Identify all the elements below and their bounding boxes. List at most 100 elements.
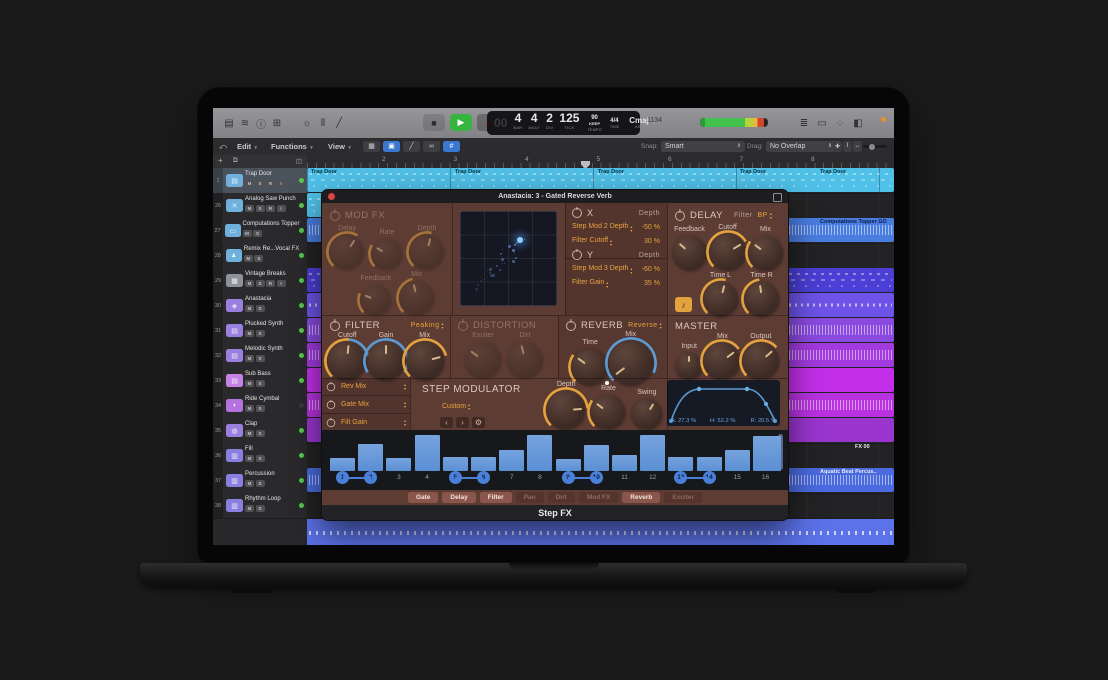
- time-r-knob[interactable]: [745, 282, 779, 316]
- mute-button[interactable]: M: [244, 255, 253, 262]
- depth-knob[interactable]: [410, 235, 444, 269]
- step-bar-16[interactable]: [753, 436, 781, 471]
- flex-icon[interactable]: ⫴: [315, 115, 331, 131]
- depth-knob[interactable]: [547, 391, 585, 429]
- swing-knob[interactable]: [632, 399, 662, 429]
- monitor-icon[interactable]: ◧: [850, 115, 866, 131]
- plugin-title-bar[interactable]: Anastacia: 3 - Gated Reverse Verb: [322, 190, 788, 203]
- add-track-button[interactable]: +: [218, 156, 223, 165]
- search-icon[interactable]: ◌: [832, 115, 848, 131]
- fx-button-reverb[interactable]: Reverb: [622, 492, 660, 503]
- output-knob[interactable]: [743, 343, 779, 379]
- x-power-icon[interactable]: [572, 208, 582, 218]
- delay-filter-dropdown[interactable]: BP▴▾: [758, 212, 773, 219]
- stop-button[interactable]: ■: [423, 114, 445, 131]
- fx-button-exciter[interactable]: Exciter: [664, 492, 702, 503]
- mix-knob[interactable]: [704, 343, 740, 379]
- pencil-icon[interactable]: ╱: [331, 115, 347, 131]
- editor-toggle-icon[interactable]: [773, 193, 782, 202]
- delay-knob[interactable]: [330, 235, 364, 269]
- mute-button[interactable]: M: [245, 305, 254, 312]
- fx-button-gate[interactable]: Gate: [408, 492, 438, 503]
- mod-assign-row[interactable]: Step Mod 3 Depth ▴▾-60 %: [572, 265, 660, 274]
- feedback-knob[interactable]: [673, 236, 707, 270]
- solo-button[interactable]: S: [256, 430, 265, 437]
- mod-assign-row[interactable]: Filter Gain ▴▾35 %: [572, 279, 660, 288]
- view-toggle-icon[interactable]: #: [443, 141, 460, 152]
- tool-icon[interactable]: ↔: [853, 141, 862, 152]
- step-bar-7[interactable]: [499, 450, 524, 471]
- solo-button[interactable]: S: [256, 505, 265, 512]
- track-row-melodic-synth[interactable]: 32▤Melodic SynthMS: [213, 343, 307, 369]
- lcd-display[interactable]: 00 4BAR 4BEAT 2DIV 125TICK 90KEEPTEMPO 4…: [487, 111, 640, 135]
- solo-button[interactable]: S: [256, 355, 265, 362]
- step-bar-14[interactable]: [697, 457, 722, 471]
- track-row-trap-door[interactable]: 1▤Trap DoorMSRI: [213, 168, 307, 194]
- filter-power-icon[interactable]: [330, 321, 340, 331]
- lcd-time-signature[interactable]: 4/4TIME: [610, 118, 620, 129]
- track-row-percussion[interactable]: 37▥PercussionMS: [213, 468, 307, 494]
- rhythm-loop-region[interactable]: [307, 518, 894, 545]
- step-bar-12[interactable]: [640, 435, 665, 471]
- bar-ruler[interactable]: 2345678: [307, 155, 894, 169]
- fx-button-dirt[interactable]: Dirt: [548, 492, 575, 503]
- drag-dropdown[interactable]: No Overlap⇕: [766, 141, 836, 152]
- solo-button[interactable]: S: [256, 205, 265, 212]
- solo-button[interactable]: S: [256, 455, 265, 462]
- fx-button-pan[interactable]: Pan: [516, 492, 544, 503]
- menu-edit[interactable]: Edit ▾: [237, 142, 257, 151]
- region-sliver[interactable]: [307, 193, 322, 217]
- mix-knob[interactable]: [406, 342, 444, 380]
- mute-button[interactable]: M: [245, 280, 254, 287]
- envelope-display[interactable]: A: 27.3 % H: 52.2 % R: 20.5 %: [667, 380, 780, 426]
- list-icon[interactable]: ≣: [796, 115, 812, 131]
- library-panel-button[interactable]: ◫: [296, 157, 302, 165]
- track-row-rhythm-loop[interactable]: 38▥Rhythm LoopMS: [213, 493, 307, 519]
- tool-icon[interactable]: I: [843, 141, 852, 152]
- solo-button[interactable]: S: [256, 305, 265, 312]
- lcd-tempo[interactable]: 90KEEPTEMPO: [587, 115, 601, 132]
- cutoff-knob[interactable]: [710, 234, 746, 270]
- mute-button[interactable]: M: [245, 480, 254, 487]
- dirt-knob[interactable]: [507, 342, 543, 378]
- step-bar-5[interactable]: [443, 457, 468, 471]
- track-row-clap[interactable]: 35◍ClapMS: [213, 418, 307, 444]
- reverb-mode-dropdown[interactable]: Reverse▴▾: [628, 322, 662, 329]
- prev-preset-button[interactable]: ‹: [440, 417, 453, 428]
- step-bar-1[interactable]: [330, 458, 355, 471]
- mute-button[interactable]: M: [245, 205, 254, 212]
- mute-button[interactable]: M: [245, 355, 254, 362]
- solo-button[interactable]: S: [256, 405, 265, 412]
- link-icon[interactable]: ≋: [237, 115, 253, 131]
- input-monitor-button[interactable]: I: [277, 205, 286, 212]
- menu-view[interactable]: View ▾: [328, 142, 351, 151]
- xy-pad[interactable]: [460, 211, 557, 306]
- rate-knob[interactable]: [372, 239, 402, 269]
- tool-icon[interactable]: ✚: [833, 141, 842, 152]
- preset-dropdown[interactable]: Custom▴▾: [442, 403, 470, 410]
- record-enable-button[interactable]: R: [266, 280, 275, 287]
- mute-button[interactable]: M: [245, 455, 254, 462]
- step-bar-9[interactable]: [556, 459, 581, 471]
- cutoff-knob[interactable]: [328, 342, 366, 380]
- solo-button[interactable]: S: [253, 230, 262, 237]
- back-icon[interactable]: ⤺: [219, 142, 227, 152]
- solo-button[interactable]: S: [254, 255, 263, 262]
- filter-mode-dropdown[interactable]: Peaking▴▾: [411, 322, 444, 329]
- track-row-analog-saw-punch[interactable]: 26✕Analog Saw PunchMSRI: [213, 193, 307, 219]
- track-row-fill[interactable]: 36▥FillMS: [213, 443, 307, 469]
- info-icon[interactable]: ⓘ: [253, 115, 269, 131]
- time-l-knob[interactable]: [704, 282, 738, 316]
- mute-button[interactable]: M: [245, 380, 254, 387]
- track-row-plucked-synth[interactable]: 31▤Plucked SynthMS: [213, 318, 307, 344]
- mix-knob[interactable]: [749, 236, 783, 270]
- track-row-vintage-breaks[interactable]: 29▦Vintage BreaksMSRI: [213, 268, 307, 294]
- duplicate-track-button[interactable]: ⧉: [233, 157, 238, 165]
- mod-fx-power-icon[interactable]: [330, 211, 340, 221]
- library-icon[interactable]: ▤: [221, 115, 237, 131]
- mod-assign-row[interactable]: Step Mod 2 Depth ▴▾-50 %: [572, 223, 660, 232]
- mix-knob[interactable]: [400, 281, 434, 315]
- fx-button-mod-fx[interactable]: Mod FX: [579, 492, 618, 503]
- view-toggle-icon[interactable]: ∞: [423, 141, 440, 152]
- xy-position-dot[interactable]: [517, 237, 523, 243]
